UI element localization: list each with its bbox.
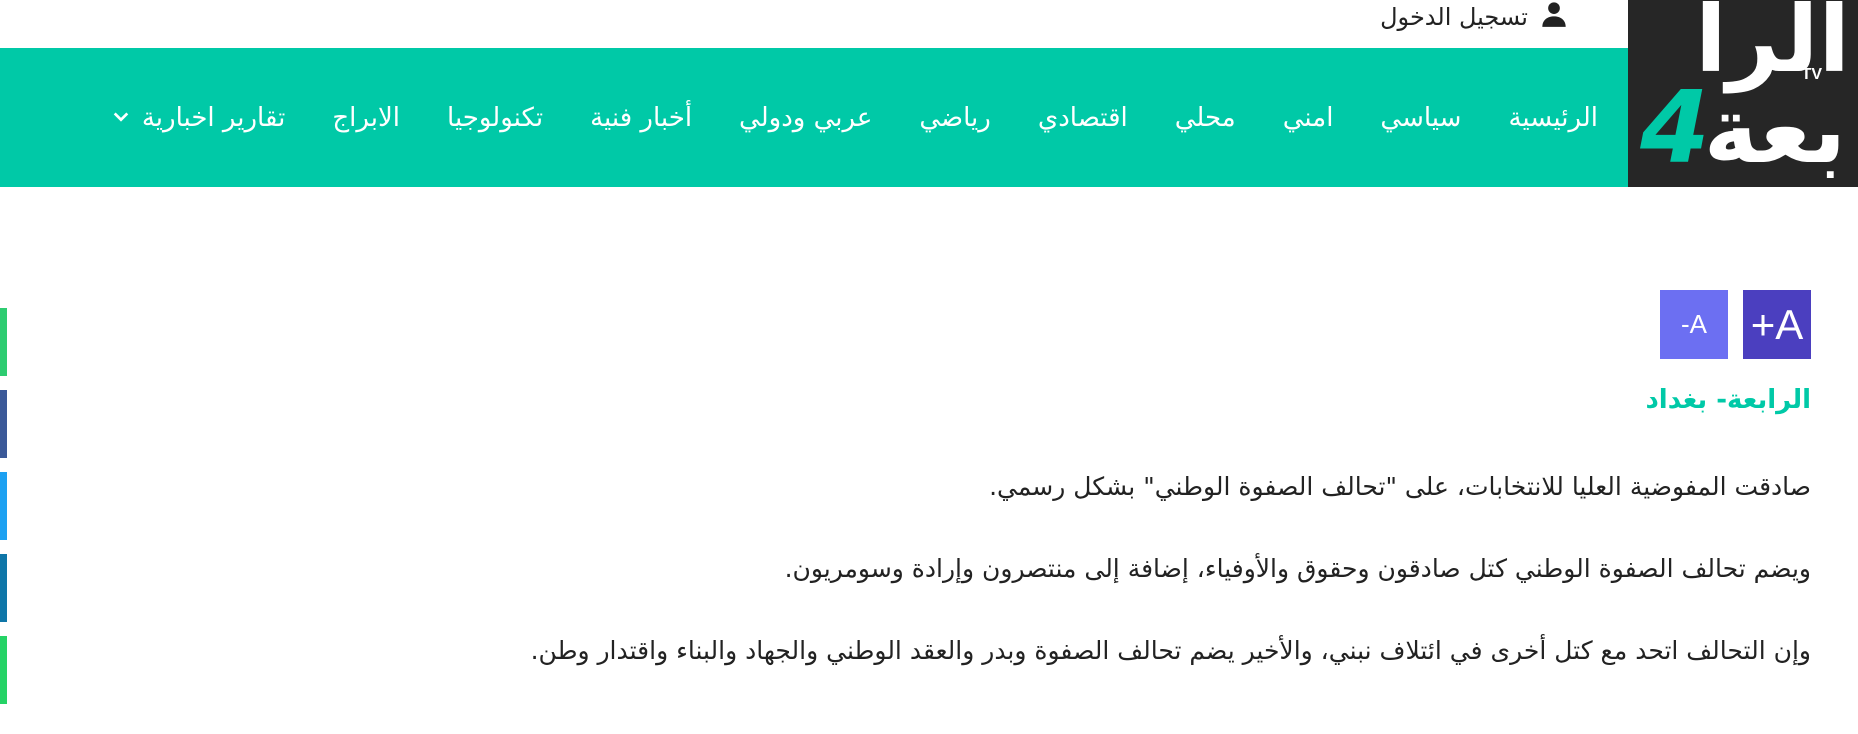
logo-text-bottom: بعة 4 xyxy=(1640,69,1850,186)
font-increase-button[interactable]: A+ xyxy=(1743,290,1811,359)
font-size-controls: A+ A- xyxy=(1660,290,1811,359)
page: تسجيل الدخول الرا TV بعة 4 الرئيسية سياس… xyxy=(0,0,1858,734)
article-dateline: الرابعة- بغداد xyxy=(1645,385,1811,415)
login-label: تسجيل الدخول xyxy=(1380,3,1528,31)
article-paragraph: ويضم تحالف الصفوة الوطني كتل صادقون وحقو… xyxy=(784,554,1811,583)
nav-item-arts[interactable]: أخبار فنية xyxy=(590,103,692,133)
main-nav: الرئيسية سياسي امني محلي اقتصادي رياضي ع… xyxy=(0,48,1628,187)
logo-digit: 4 xyxy=(1640,69,1710,186)
nav-item-reports[interactable]: تقارير اخبارية xyxy=(112,103,285,133)
article-paragraph: صادقت المفوضية العليا للانتخابات، على "ت… xyxy=(989,472,1811,501)
chevron-down-icon xyxy=(112,103,130,133)
share-button[interactable] xyxy=(0,308,7,376)
logo-text-line2: بعة xyxy=(1703,77,1850,184)
nav-item-economy[interactable]: اقتصادي xyxy=(1038,103,1128,133)
top-bar: تسجيل الدخول xyxy=(0,0,1858,48)
nav-item-sports[interactable]: رياضي xyxy=(919,103,990,133)
article-body: الرابعة- بغداد صادقت المفوضية العليا للا… xyxy=(311,385,1811,713)
facebook-share-button[interactable] xyxy=(0,390,7,458)
share-bar xyxy=(0,308,7,718)
nav-item-security[interactable]: امني xyxy=(1283,103,1334,133)
logo-text-top: الرا xyxy=(1695,0,1854,93)
whatsapp-share-button[interactable] xyxy=(0,636,7,704)
nav-item-politics[interactable]: سياسي xyxy=(1380,103,1461,133)
nav-item-world[interactable]: عربي ودولي xyxy=(739,103,872,133)
nav-item-horoscope[interactable]: الابراج xyxy=(332,103,400,133)
nav-item-technology[interactable]: تكنولوجيا xyxy=(447,103,543,133)
font-decrease-button[interactable]: A- xyxy=(1660,290,1728,359)
nav-item-home[interactable]: الرئيسية xyxy=(1508,103,1598,133)
linkedin-share-button[interactable] xyxy=(0,554,7,622)
twitter-share-button[interactable] xyxy=(0,472,7,540)
user-icon xyxy=(1540,0,1568,34)
article-paragraph: وإن التحالف اتحد مع كتل أخرى في ائتلاف ن… xyxy=(530,636,1811,665)
nav-item-local[interactable]: محلي xyxy=(1175,103,1236,133)
site-logo[interactable]: الرا TV بعة 4 xyxy=(1628,0,1858,187)
login-link[interactable]: تسجيل الدخول xyxy=(1380,0,1568,34)
